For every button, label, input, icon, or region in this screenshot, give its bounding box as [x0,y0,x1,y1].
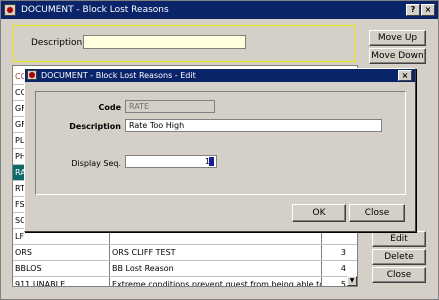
move-down-label: Move Down [371,51,424,61]
table-cell-code: ORS [13,245,110,260]
code-field: RATE [125,100,215,113]
table-row[interactable]: BBLOS BB Lost Reason 4 [13,261,357,277]
description-field[interactable]: Rate Too High [125,119,382,132]
dialog-close-button[interactable]: Close [349,204,405,222]
app-icon [4,4,16,16]
edit-button[interactable]: Edit [372,231,426,247]
delete-button[interactable]: Delete [372,249,426,265]
dialog-close-label: Close [364,208,390,218]
table-row[interactable]: ORS ORS CLIFF TEST 3 [13,245,357,261]
delete-label: Delete [384,252,414,262]
table-cell-description: ORS CLIFF TEST [110,245,322,260]
dialog-title-bar: DOCUMENT - Block Lost Reasons - Edit × [25,69,415,82]
table-cell-code: BBLOS [13,261,110,276]
help-icon[interactable]: ? [406,4,420,16]
table-row[interactable]: 911 UNABLE Extreme conditions prevent gue… [13,277,357,287]
table-cell-seq: 3 [340,248,346,257]
edit-dialog: DOCUMENT - Block Lost Reasons - Edit × C… [24,68,416,232]
search-label: Description [31,38,83,48]
main-title-bar: DOCUMENT - Block Lost Reasons ? × [1,1,438,19]
close-button[interactable]: Close [372,267,426,283]
table-cell-seq: 5 [340,280,346,287]
dialog-title: DOCUMENT - Block Lost Reasons - Edit [41,71,196,80]
dialog-app-icon [27,70,37,80]
close-label: Close [386,270,412,280]
description-search-input[interactable] [83,35,246,49]
ok-button[interactable]: OK [292,204,346,222]
text-caret [209,157,214,166]
table-cell-code: 911 UNABLE [13,277,110,286]
scroll-down-icon[interactable]: ▼ [347,276,357,286]
table-cell-description: Extreme conditions prevent guest from be… [110,277,322,286]
description-label: Description [69,122,121,131]
dialog-close-icon[interactable]: × [398,70,412,81]
code-label: Code [98,103,121,112]
edit-label: Edit [390,234,408,244]
table-cell-description: BB Lost Reason [110,261,322,276]
ok-label: OK [312,208,326,218]
display-seq-label: Display Seq. [71,159,121,168]
move-down-button[interactable]: Move Down [369,48,426,64]
main-title: DOCUMENT - Block Lost Reasons [21,5,169,15]
move-up-label: Move Up [377,33,418,43]
display-seq-field[interactable]: 1 [125,155,217,168]
close-icon[interactable]: × [421,4,435,16]
table-cell-seq: 4 [340,264,346,273]
move-up-button[interactable]: Move Up [369,30,426,46]
